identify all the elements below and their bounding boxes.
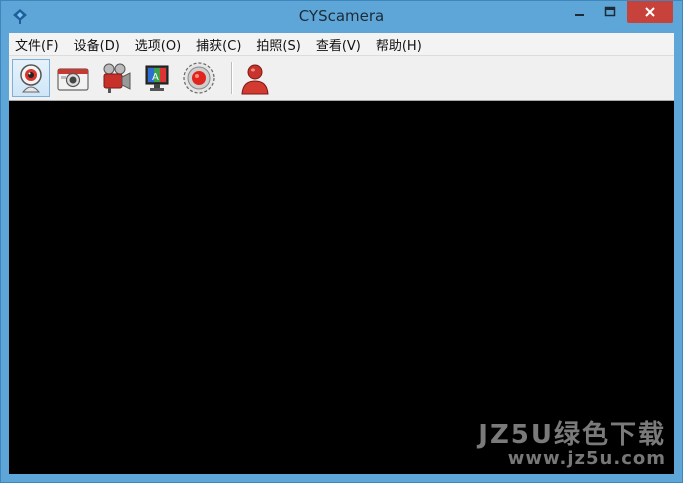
close-button[interactable] <box>627 1 673 23</box>
menu-bar: 文件(F) 设备(D) 选项(O) 捕获(C) 拍照(S) 查看(V) 帮助(H… <box>9 33 674 56</box>
webcam-icon <box>20 64 42 93</box>
toolbar: A <box>9 56 674 101</box>
toolbar-separator <box>231 62 232 94</box>
display-settings-icon: A <box>145 65 169 91</box>
camera-button[interactable] <box>54 59 92 97</box>
record-icon <box>183 62 215 94</box>
camera-icon <box>57 68 89 91</box>
menu-file[interactable]: 文件(F) <box>9 35 65 54</box>
svg-text:A: A <box>152 72 159 83</box>
webcam-button[interactable] <box>12 59 50 97</box>
app-window: CYScamera 文件(F) 设备(D) 选项(O) 捕获(C) 拍照(S) … <box>0 0 683 483</box>
menu-capture[interactable]: 捕获(C) <box>190 35 247 54</box>
video-preview[interactable]: JZ5U绿色下载 www.jz5u.com <box>9 101 674 474</box>
menu-view[interactable]: 查看(V) <box>310 35 367 54</box>
user-button[interactable] <box>236 59 274 97</box>
menu-options[interactable]: 选项(O) <box>129 35 187 54</box>
display-settings-button[interactable]: A <box>138 59 176 97</box>
maximize-button[interactable] <box>597 1 623 23</box>
watermark-line1: JZ5U绿色下载 <box>478 420 666 450</box>
maximize-icon <box>604 6 616 17</box>
title-bar[interactable]: CYScamera <box>1 1 682 31</box>
user-icon <box>241 64 269 95</box>
watermark: JZ5U绿色下载 www.jz5u.com <box>478 421 666 469</box>
menu-help[interactable]: 帮助(H) <box>370 35 428 54</box>
minimize-icon <box>575 14 584 16</box>
close-icon <box>645 7 655 17</box>
menu-snapshot[interactable]: 拍照(S) <box>250 35 306 54</box>
record-button[interactable] <box>180 59 218 97</box>
watermark-line2: www.jz5u.com <box>507 448 666 469</box>
video-camera-icon <box>103 63 131 93</box>
video-camera-button[interactable] <box>96 59 134 97</box>
menu-device[interactable]: 设备(D) <box>68 35 126 54</box>
minimize-button[interactable] <box>567 1 593 23</box>
